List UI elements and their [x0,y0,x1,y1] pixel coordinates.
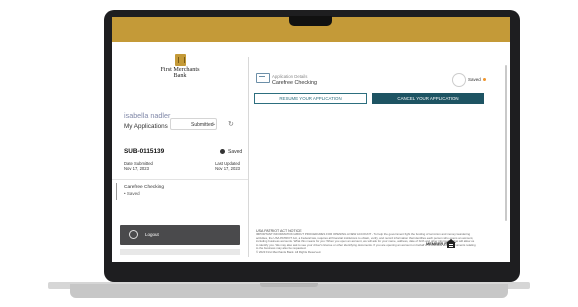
submission-status-label: Saved [228,149,243,155]
application-list-item[interactable]: Carefree Checking • Saved [112,183,248,205]
bank-name-line2: Bank [173,72,187,80]
chevron-down-icon: ⌄ [212,121,217,127]
sidebar-separator [112,179,248,180]
saved-ring-icon [452,73,466,87]
status-filter-dropdown[interactable]: Submitted ⌄ [170,118,217,130]
screen: First Merchants Bank isabella nadler My … [112,17,510,262]
user-name: isabella nadler [124,111,171,120]
bank-logo-icon [175,54,186,66]
selected-indicator [116,183,117,200]
scrollbar[interactable] [505,65,507,221]
logout-icon [129,230,138,239]
logout-button[interactable]: Logout [120,225,240,245]
my-applications-heading: My Applications [124,123,168,130]
refresh-icon[interactable]: ↻ [228,120,234,128]
application-item-state: • Saved [124,191,140,196]
bank-name: First Merchants Bank [152,66,208,80]
saved-status-dot [483,78,486,81]
house-icon [446,239,456,248]
application-details-value: Carefree Checking [272,80,317,86]
check-circle-icon [220,149,225,154]
sidebar-divider [248,57,249,257]
application-item-name: Carefree Checking [124,185,164,190]
laptop-base-groove [260,283,318,287]
saved-label: Saved [468,77,481,82]
application-card-icon [256,73,270,83]
application-details-label: Application Details [272,74,308,79]
last-updated-value: Nov 17, 2023 [215,166,240,171]
status-filter-value: Submitted [191,122,214,128]
resume-application-button[interactable]: RESUME YOUR APPLICATION [254,93,367,104]
logout-label: Logout [145,232,159,237]
copyright-text: © 2023 First Merchants Bank. All Rights … [256,249,322,254]
sidebar-footer-strip [120,249,240,255]
submission-id: SUB-0115139 [124,148,165,155]
date-submitted-value: Nov 17, 2023 [124,166,149,171]
submission-status: Saved [220,149,242,155]
cancel-application-button[interactable]: CANCEL YOUR APPLICATION [372,93,484,104]
camera-notch [289,16,332,26]
saved-indicator: Saved [452,73,490,87]
